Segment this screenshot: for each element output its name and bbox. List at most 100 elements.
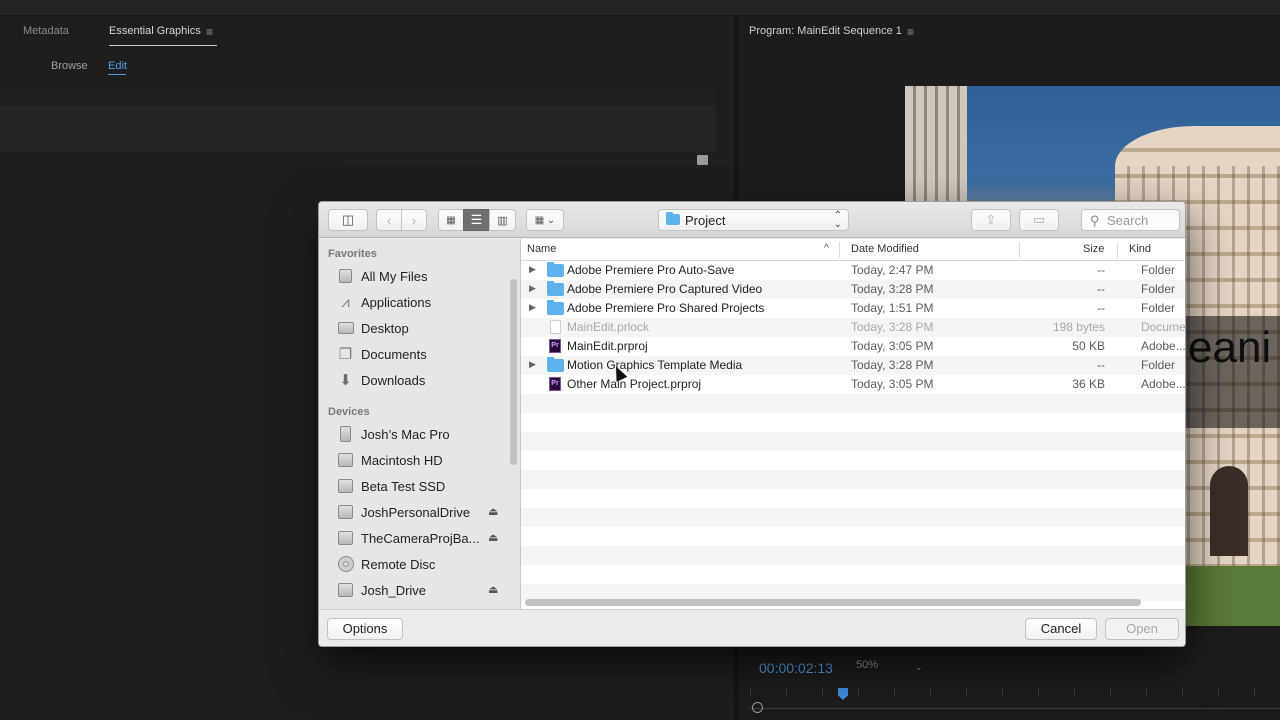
file-row[interactable]: ▶ Adobe Premiere Pro Auto-Save Today, 2:… [521, 261, 1185, 280]
file-name: Motion Graphics Template Media [567, 358, 743, 372]
subtab-browse[interactable]: Browse [51, 60, 88, 72]
file-size: 36 KB [1072, 377, 1105, 391]
file-row[interactable]: ▶ Adobe Premiere Pro Shared Projects Tod… [521, 299, 1185, 318]
file-kind: Folder [1141, 358, 1176, 372]
search-field[interactable]: ⚲ Search [1081, 209, 1180, 231]
list-view-button[interactable]: ☰ [463, 209, 490, 231]
panel-menu-icon[interactable]: ≡ [206, 25, 213, 39]
new-layer-icon[interactable] [697, 155, 708, 165]
file-date: Today, 3:28 PM [851, 282, 934, 296]
favorites-header: Favorites [328, 248, 377, 260]
file-kind: Folder [1141, 282, 1176, 296]
sidebar-item-label: Beta Test SSD [361, 479, 446, 494]
disk-icon [337, 504, 354, 521]
tab-metadata[interactable]: Metadata [23, 25, 69, 37]
sidebar-item-macintosh-hd[interactable]: Macintosh HD [337, 452, 515, 472]
sidebar-item-label: All My Files [361, 269, 428, 284]
sidebar-item-downloads[interactable]: ⬇ Downloads [337, 372, 515, 392]
icon-view-button[interactable]: ▦ [438, 209, 464, 231]
sidebar-item-remote-disc[interactable]: Remote Disc [337, 556, 515, 576]
sidebar-item-documents[interactable]: ❐ Documents [337, 346, 515, 366]
time-ruler[interactable] [750, 688, 1280, 710]
file-kind: Adobe...Pr [1141, 377, 1186, 391]
share-button[interactable]: ⇪ [971, 209, 1011, 231]
tab-essential-graphics[interactable]: Essential Graphics [109, 25, 201, 37]
sidebar-toggle-icon: ◫ [341, 212, 355, 227]
file-rows: ▶ Adobe Premiere Pro Auto-Save Today, 2:… [521, 261, 1186, 601]
options-button[interactable]: Options [327, 618, 403, 640]
sidebar-item-desktop[interactable]: Desktop [337, 320, 515, 340]
sidebar-item-thecameraprojba[interactable]: TheCameraProjBa... ⏏ [337, 530, 515, 550]
open-button[interactable]: Open [1105, 618, 1179, 640]
sidebar-item-label: Downloads [361, 373, 426, 388]
sidebar-item-label: Documents [361, 347, 427, 362]
sidebar-item-label: JoshPersonalDrive [361, 505, 471, 520]
time-ruler-baseline [750, 708, 1280, 709]
column-header-size[interactable]: Size [1083, 243, 1104, 255]
documents-icon: ❐ [338, 346, 353, 363]
layer-area [0, 108, 716, 152]
lock-file-icon [547, 320, 564, 334]
column-view-button[interactable]: ▥ [489, 209, 516, 231]
sidebar-item-joshpersonaldrive[interactable]: JoshPersonalDrive ⏏ [337, 504, 515, 524]
sidebar-item-josh-drive[interactable]: Josh_Drive ⏏ [337, 582, 515, 602]
eject-icon[interactable]: ⏏ [488, 531, 498, 544]
file-row[interactable]: MainEdit.prlock Today, 3:28 PM 198 bytes… [521, 318, 1185, 337]
file-date: Today, 3:05 PM [851, 339, 934, 353]
eject-icon[interactable]: ⏏ [488, 505, 498, 518]
sidebar-item-label: TheCameraProjBa... [361, 531, 480, 546]
file-name: Adobe Premiere Pro Captured Video [567, 282, 763, 296]
disclosure-triangle-icon[interactable]: ▶ [529, 264, 536, 275]
program-monitor-title[interactable]: Program: MainEdit Sequence 1 [749, 25, 902, 37]
file-size: -- [1097, 263, 1105, 277]
cathedral-door [1210, 466, 1248, 556]
tags-button[interactable]: ▭ [1019, 209, 1059, 231]
share-icon: ⇪ [985, 212, 997, 227]
file-name: Other Main Project.prproj [567, 377, 702, 391]
list-view-icon: ☰ [470, 212, 483, 227]
folder-icon [547, 281, 564, 296]
sidebar-toggle-button[interactable]: ◫ [328, 209, 368, 231]
app-top-bar [0, 0, 1280, 16]
file-row[interactable]: ▶ Adobe Premiere Pro Captured Video Toda… [521, 280, 1185, 299]
subtab-edit[interactable]: Edit [108, 60, 127, 72]
column-separator[interactable] [1019, 242, 1020, 258]
file-size: 198 bytes [1052, 320, 1105, 334]
horizontal-scrollbar[interactable] [525, 599, 1141, 606]
forward-button[interactable]: › [401, 209, 427, 231]
dialog-footer: Options Cancel Open [319, 609, 1185, 646]
sidebar-item-applications[interactable]: ⩘ Applications [337, 294, 515, 314]
sidebar-scrollbar[interactable] [510, 279, 517, 465]
column-header-kind[interactable]: Kind [1129, 243, 1151, 255]
sort-ascending-icon: ^ [824, 243, 829, 254]
playhead-timecode[interactable]: 00:00:02:13 [759, 660, 833, 676]
disclosure-triangle-icon[interactable]: ▶ [529, 283, 536, 294]
file-size: -- [1097, 358, 1105, 372]
disclosure-triangle-icon[interactable]: ▶ [529, 359, 536, 370]
file-date: Today, 3:28 PM [851, 320, 934, 334]
eject-icon[interactable]: ⏏ [488, 583, 498, 596]
desktop-icon [337, 320, 354, 337]
disclosure-triangle-icon[interactable]: ▶ [529, 302, 536, 313]
in-point-icon[interactable] [752, 702, 763, 713]
back-button[interactable]: ‹ [376, 209, 402, 231]
file-date: Today, 2:47 PM [851, 263, 934, 277]
column-header-name[interactable]: Name [527, 243, 556, 255]
cancel-button[interactable]: Cancel [1025, 618, 1097, 640]
location-popup[interactable]: Project ⌃ ⌄ [658, 209, 849, 231]
program-menu-icon[interactable]: ≡ [907, 25, 914, 39]
panel-strip [0, 88, 716, 108]
column-header-date[interactable]: Date Modified [851, 243, 919, 255]
sidebar-item-label: Josh’s Mac Pro [361, 427, 450, 442]
sidebar-item-label: Applications [361, 295, 432, 310]
panel-tab-bar: Metadata Essential Graphics ≡ [0, 16, 734, 50]
sidebar-item-all-my-files[interactable]: All My Files [337, 268, 515, 288]
folder-icon [666, 212, 680, 225]
file-row[interactable]: Pr MainEdit.prproj Today, 3:05 PM 50 KB … [521, 337, 1185, 356]
arrange-button[interactable]: ▦ ⌄ [526, 209, 564, 231]
column-separator[interactable] [1117, 242, 1118, 258]
sidebar-item-label: Desktop [361, 321, 409, 336]
sidebar-item-macpro[interactable]: Josh’s Mac Pro [337, 426, 515, 446]
column-separator[interactable] [839, 242, 840, 258]
sidebar-item-beta-test-ssd[interactable]: Beta Test SSD [337, 478, 515, 498]
